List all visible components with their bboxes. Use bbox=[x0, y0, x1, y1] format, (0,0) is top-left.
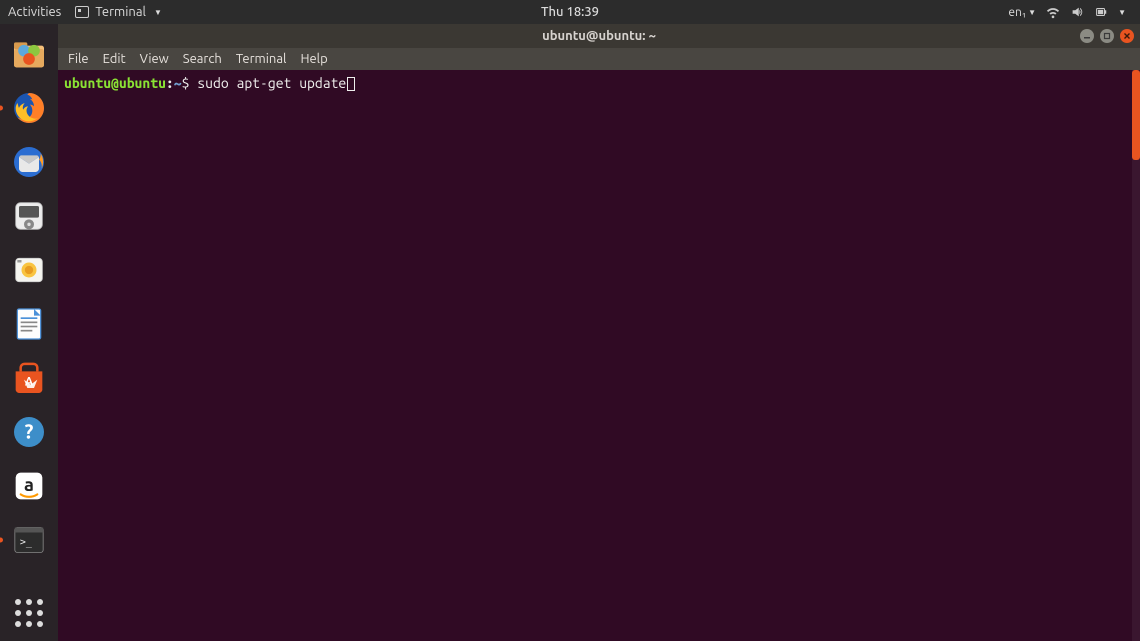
menubar: File Edit View Search Terminal Help bbox=[58, 48, 1140, 70]
svg-text:a: a bbox=[24, 475, 34, 495]
dock-app-firefox[interactable] bbox=[7, 86, 51, 130]
window-titlebar[interactable]: ubuntu@ubuntu: ~ bbox=[58, 24, 1140, 48]
clock[interactable]: Thu 18:39 bbox=[541, 5, 599, 19]
top-panel: Activities Terminal ▼ Thu 18:39 en₁ ▼ ▼ bbox=[0, 0, 1140, 24]
dock-app-thunderbird[interactable] bbox=[7, 140, 51, 184]
dock: A ? a >_ bbox=[0, 24, 58, 641]
chevron-down-icon: ▼ bbox=[1028, 8, 1036, 17]
terminal-line: ubuntu@ubuntu:~$ sudo apt-get update bbox=[64, 74, 1134, 92]
dock-app-terminal[interactable]: >_ bbox=[7, 518, 51, 562]
svg-text:A: A bbox=[25, 376, 34, 389]
prompt-user-host: ubuntu@ubuntu bbox=[64, 75, 166, 91]
input-source-indicator[interactable]: en₁ ▼ bbox=[1008, 6, 1036, 19]
terminal-icon bbox=[75, 6, 89, 18]
terminal-cursor bbox=[347, 77, 355, 91]
network-icon[interactable] bbox=[1046, 5, 1060, 19]
prompt-colon: : bbox=[166, 75, 174, 91]
activities-button[interactable]: Activities bbox=[8, 5, 61, 19]
dock-app-files[interactable] bbox=[7, 32, 51, 76]
menu-help[interactable]: Help bbox=[300, 52, 327, 66]
menu-view[interactable]: View bbox=[140, 52, 169, 66]
close-button[interactable] bbox=[1120, 29, 1134, 43]
window-title: ubuntu@ubuntu: ~ bbox=[542, 29, 656, 43]
menu-terminal[interactable]: Terminal bbox=[236, 52, 287, 66]
dock-app-shotwell[interactable] bbox=[7, 248, 51, 292]
dock-app-ubuntu-software[interactable]: A bbox=[7, 356, 51, 400]
system-menu-chevron-icon[interactable]: ▼ bbox=[1118, 8, 1126, 17]
dock-app-libreoffice-writer[interactable] bbox=[7, 302, 51, 346]
terminal-command: sudo apt-get update bbox=[189, 75, 346, 91]
svg-text:>_: >_ bbox=[20, 537, 33, 548]
show-applications-button[interactable] bbox=[15, 599, 43, 627]
dock-app-rhythmbox[interactable] bbox=[7, 194, 51, 238]
menu-search[interactable]: Search bbox=[183, 52, 222, 66]
menu-file[interactable]: File bbox=[68, 52, 89, 66]
lang-label: en₁ bbox=[1008, 6, 1026, 19]
dock-app-help[interactable]: ? bbox=[7, 410, 51, 454]
scrollbar-thumb[interactable] bbox=[1132, 70, 1140, 160]
prompt-path: ~ bbox=[174, 75, 182, 91]
terminal-body[interactable]: ubuntu@ubuntu:~$ sudo apt-get update bbox=[58, 70, 1140, 641]
volume-icon[interactable] bbox=[1070, 5, 1084, 19]
battery-icon[interactable] bbox=[1094, 5, 1108, 19]
menu-edit[interactable]: Edit bbox=[103, 52, 126, 66]
svg-text:?: ? bbox=[25, 420, 34, 443]
terminal-window: ubuntu@ubuntu: ~ File Edit View Search T… bbox=[58, 24, 1140, 641]
terminal-scrollbar[interactable] bbox=[1132, 70, 1140, 641]
appmenu-label: Terminal bbox=[95, 5, 146, 19]
minimize-button[interactable] bbox=[1080, 29, 1094, 43]
maximize-button[interactable] bbox=[1100, 29, 1114, 43]
appmenu-button[interactable]: Terminal ▼ bbox=[75, 5, 162, 19]
chevron-down-icon: ▼ bbox=[154, 8, 162, 17]
dock-app-amazon[interactable]: a bbox=[7, 464, 51, 508]
